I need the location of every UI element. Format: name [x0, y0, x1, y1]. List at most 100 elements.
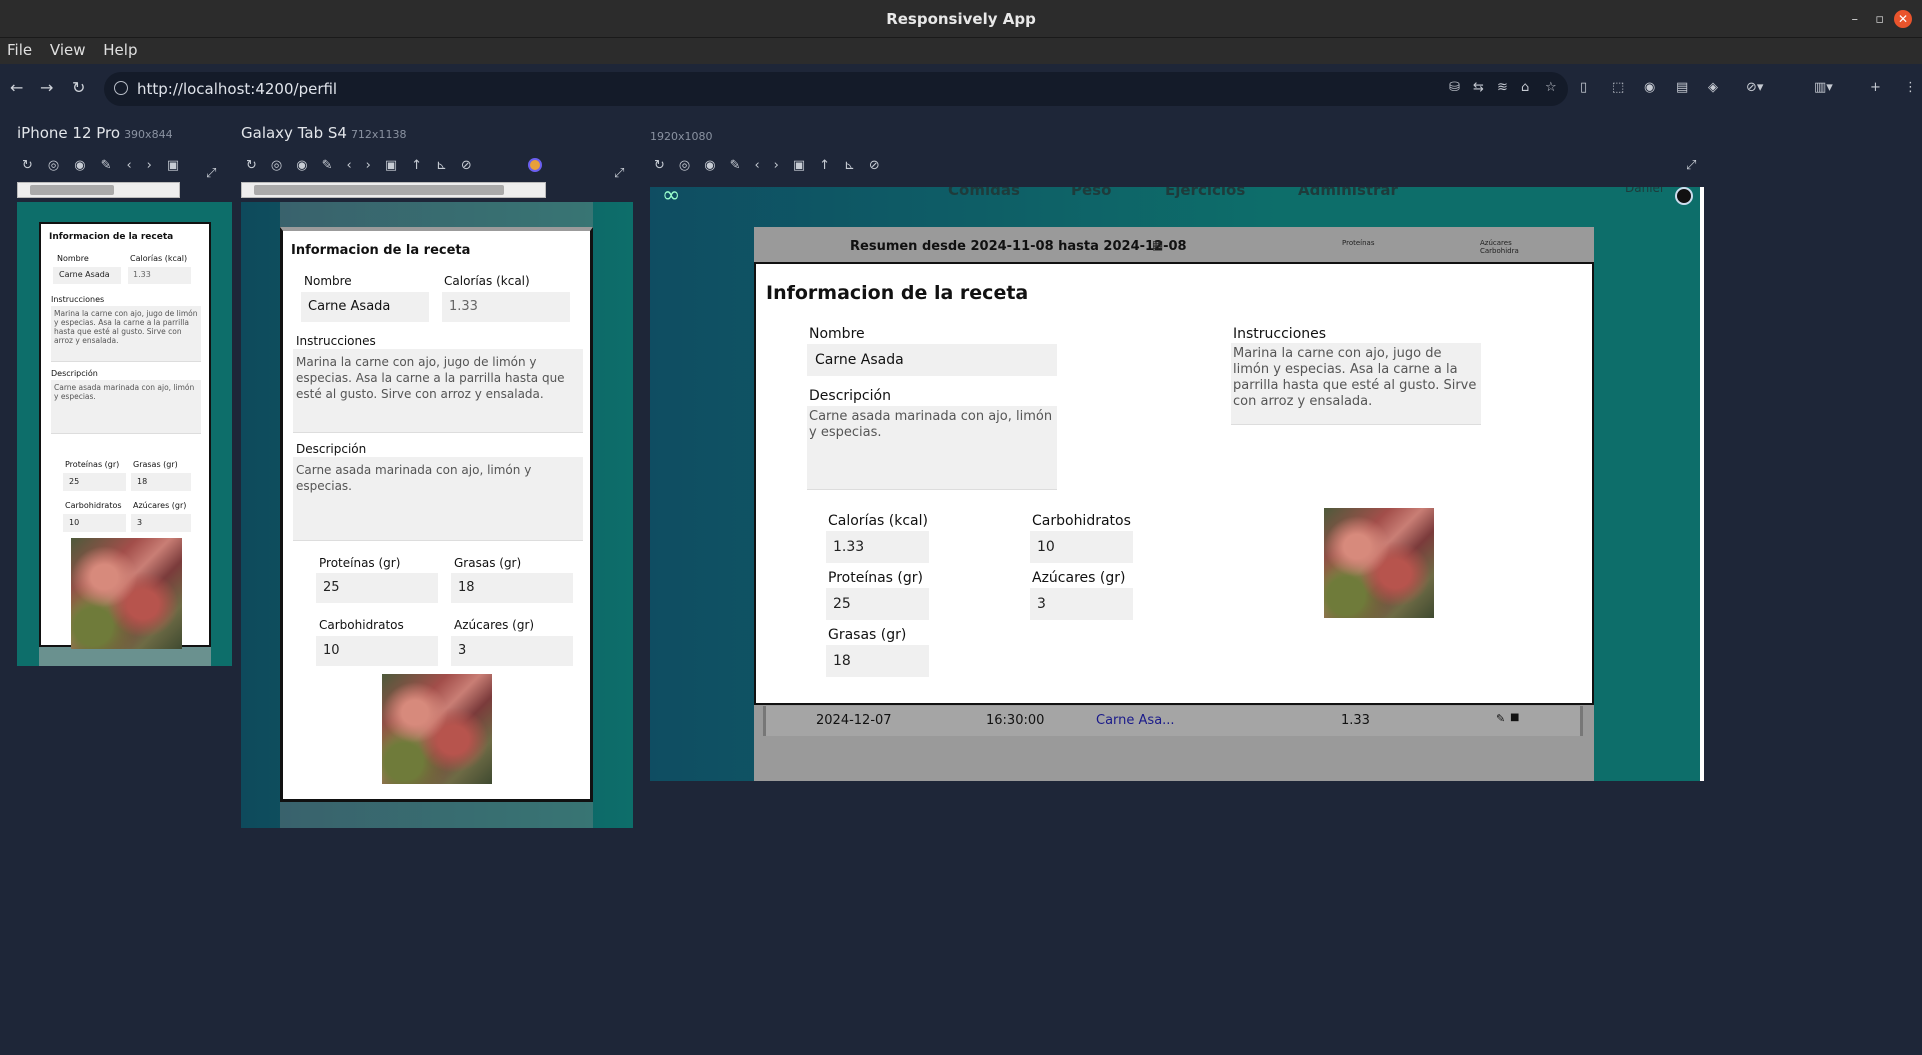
proteinas-field[interactable]: 25 — [826, 588, 929, 620]
forward-icon[interactable]: → — [40, 78, 53, 97]
chart-label-azucares: Azúcares — [1480, 239, 1512, 247]
descripcion-textarea[interactable]: Carne asada marinada con ajo, limón y es… — [293, 457, 583, 541]
nav-peso[interactable]: Peso — [1071, 187, 1111, 199]
user-name[interactable]: Daniel — [1625, 187, 1663, 195]
nav-comidas[interactable]: Comidas — [948, 187, 1020, 199]
address-bar[interactable]: http://localhost:4200/perfil ⛁ ⇆ ≋ ⌂ ☆ — [104, 72, 1568, 106]
home-icon[interactable]: ⌂ — [1521, 80, 1529, 95]
galaxy-viewport: Informacion de la receta Nombre Carne As… — [241, 202, 633, 828]
calorias-field[interactable]: 1.33 — [128, 267, 191, 284]
cookie-icon[interactable]: ⛁ — [1449, 80, 1460, 95]
row-food-link[interactable]: Carne Asa... — [1096, 713, 1175, 728]
menu-help[interactable]: Help — [96, 38, 137, 59]
reload-icon[interactable]: ↻ — [72, 78, 85, 97]
carbohidratos-label: Carbohidratos — [1032, 513, 1131, 529]
calorias-field[interactable]: 1.33 — [826, 531, 929, 563]
azucares-field[interactable]: 3 — [1030, 588, 1133, 620]
row-time: 16:30:00 — [986, 713, 1045, 728]
proteinas-field[interactable]: 25 — [63, 473, 126, 491]
menu-bar: File View Help — [0, 38, 1922, 64]
horizontal-scrollbar[interactable] — [241, 182, 546, 198]
bookmark-star-icon[interactable]: ☆ — [1545, 80, 1557, 95]
fullscreen-icon[interactable]: ⤢ — [614, 166, 624, 181]
calendar-icon[interactable]: ▦ — [1152, 238, 1163, 252]
network-icon[interactable]: ⇆ — [1473, 80, 1484, 95]
nombre-field[interactable]: Carne Asada — [301, 292, 429, 322]
device-label-galaxy: Galaxy Tab S4 712x1138 — [241, 124, 406, 142]
recipe-image — [382, 674, 492, 784]
carbohidratos-field[interactable]: 10 — [63, 514, 126, 532]
avatar[interactable] — [1675, 187, 1693, 205]
instrucciones-label: Instrucciones — [1233, 326, 1327, 342]
instrucciones-textarea[interactable]: Marina la carne con ajo, jugo de limón y… — [1231, 343, 1481, 425]
instrucciones-textarea[interactable]: Marina la carne con ajo, jugo de limón y… — [293, 349, 583, 433]
nombre-field[interactable]: Carne Asada — [807, 344, 1057, 376]
fullscreen-icon[interactable]: ⤢ — [206, 166, 216, 181]
globe-icon — [114, 81, 128, 95]
minimize-icon[interactable]: – — [1852, 12, 1859, 27]
edit-icon[interactable]: ✎ — [1496, 712, 1505, 725]
grasas-label: Grasas (gr) — [828, 627, 907, 643]
device-toolbar-desktop[interactable]: ↻◎◉✎‹›▣↑⊾⊘ — [654, 158, 894, 173]
azucares-field[interactable]: 3 — [131, 514, 191, 532]
descripcion-textarea[interactable]: Carne asada marinada con ajo, limón y es… — [51, 380, 201, 434]
modal-title: Informacion de la receta — [766, 282, 1029, 304]
device-toolbar-galaxy[interactable]: ↻◎◉✎‹›▣↑⊾⊘ — [246, 158, 486, 173]
nombre-label: Nombre — [304, 274, 352, 288]
screenshot-icon[interactable]: ◉ — [1644, 80, 1655, 95]
device-toolbar-iphone[interactable]: ↻◎◉✎‹›▣ — [22, 158, 194, 173]
proteinas-field[interactable]: 25 — [316, 573, 438, 603]
grasas-field[interactable]: 18 — [131, 473, 191, 491]
iphone-viewport: Informacion de la receta Nombre Carne As… — [17, 202, 232, 666]
document-icon[interactable]: ▤ — [1676, 80, 1688, 95]
azucares-label: Azúcares (gr) — [1032, 570, 1126, 586]
carbohidratos-label: Carbohidratos — [319, 618, 404, 632]
delete-icon[interactable]: ■ — [1510, 712, 1519, 723]
back-icon[interactable]: ← — [10, 78, 23, 97]
chart-label-proteinas: Proteínas — [1342, 239, 1375, 247]
nav-administrar[interactable]: Administrar — [1298, 187, 1398, 199]
nav-ejercicios[interactable]: Ejercicios — [1165, 187, 1245, 199]
carbohidratos-field[interactable]: 10 — [316, 636, 438, 666]
url-input[interactable]: http://localhost:4200/perfil — [137, 80, 337, 98]
layout-icon[interactable]: ▥▾ — [1814, 80, 1833, 95]
menu-view[interactable]: View — [43, 38, 86, 59]
device-name: iPhone 12 Pro — [17, 124, 121, 142]
instrucciones-textarea[interactable]: Marina la carne con ajo, jugo de limón y… — [51, 306, 201, 362]
device-size: 390x844 — [124, 128, 173, 141]
grasas-field[interactable]: 18 — [826, 645, 929, 677]
recipe-image — [1324, 508, 1434, 618]
layers-icon[interactable]: ◈ — [1708, 80, 1718, 95]
more-menu-icon[interactable]: ⋮ — [1904, 80, 1917, 95]
proteinas-label: Proteínas (gr) — [319, 556, 401, 570]
azucares-field[interactable]: 3 — [451, 636, 573, 666]
descripcion-label: Descripción — [809, 388, 891, 404]
table-row[interactable]: 2024-12-07 16:30:00 Carne Asa... 1.33 ✎ … — [763, 706, 1583, 736]
eye-off-icon[interactable]: ⊘▾ — [1746, 80, 1763, 95]
calorias-label: Calorías (kcal) — [130, 254, 188, 263]
device-size: 712x1138 — [350, 128, 407, 141]
instrucciones-label: Instrucciones — [296, 334, 376, 348]
calorias-field[interactable]: 1.33 — [442, 292, 570, 322]
descripcion-textarea[interactable]: Carne asada marinada con ajo, limón y es… — [807, 406, 1057, 490]
horizontal-scrollbar[interactable] — [17, 182, 180, 198]
add-device-icon[interactable]: + — [1870, 80, 1881, 95]
modal-title: Informacion de la receta — [291, 243, 471, 258]
menu-file[interactable]: File — [0, 38, 32, 59]
nombre-label: Nombre — [57, 254, 89, 263]
modal-title: Informacion de la receta — [49, 232, 174, 242]
descripcion-label: Descripción — [51, 369, 98, 378]
nombre-field[interactable]: Carne Asada — [53, 267, 121, 284]
grasas-field[interactable]: 18 — [451, 573, 573, 603]
color-picker-icon[interactable] — [528, 158, 542, 172]
device-label-iphone: iPhone 12 Pro 390x844 — [17, 124, 173, 142]
carbohidratos-field[interactable]: 10 — [1030, 531, 1133, 563]
inspect-icon[interactable]: ⬚ — [1612, 80, 1624, 95]
close-icon[interactable]: ✕ — [1894, 10, 1912, 28]
wifi-icon[interactable]: ≋ — [1497, 80, 1508, 95]
fullscreen-icon[interactable]: ⤢ — [1686, 158, 1696, 173]
device-mode-icon[interactable]: ▯ — [1580, 80, 1587, 95]
row-calories: 1.33 — [1341, 713, 1370, 728]
maximize-icon[interactable]: ▫ — [1875, 12, 1884, 27]
row-date: 2024-12-07 — [816, 713, 892, 728]
